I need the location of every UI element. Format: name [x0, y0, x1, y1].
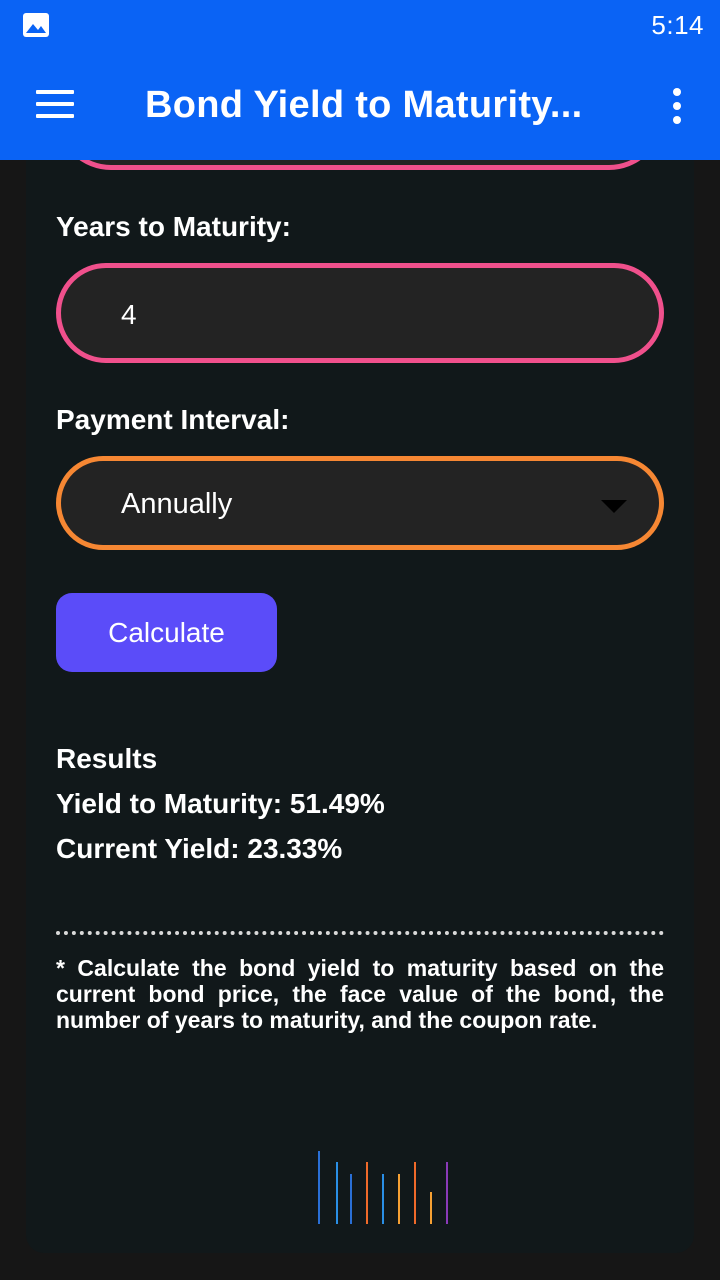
calculate-button[interactable]: Calculate — [56, 593, 277, 672]
payment-interval-select[interactable]: Annually — [56, 456, 664, 550]
status-bar: 5:14 — [0, 0, 720, 52]
payment-interval-value: Annually — [121, 488, 233, 520]
years-to-maturity-label: Years to Maturity: — [56, 211, 291, 242]
image-icon — [23, 13, 49, 37]
results-heading: Results — [56, 743, 158, 774]
more-vertical-icon[interactable] — [666, 86, 686, 126]
page-title: Bond Yield to Maturity... — [145, 84, 583, 126]
current-yield-result: Current Yield: 23.33% — [56, 833, 343, 864]
years-to-maturity-value: 4 — [121, 299, 137, 330]
divider — [56, 931, 664, 935]
description-note: * Calculate the bond yield to maturity b… — [56, 955, 664, 1033]
payment-interval-label: Payment Interval: — [56, 404, 290, 435]
status-time: 5:14 — [651, 10, 704, 40]
dropdown-arrow-icon — [601, 500, 627, 513]
years-to-maturity-input[interactable]: 4 — [56, 263, 664, 363]
app-bar: Bond Yield to Maturity... — [0, 52, 720, 160]
hamburger-menu-icon[interactable] — [36, 88, 76, 122]
yield-to-maturity-result: Yield to Maturity: 51.49% — [56, 788, 385, 819]
bars-logo-icon — [318, 1151, 448, 1224]
